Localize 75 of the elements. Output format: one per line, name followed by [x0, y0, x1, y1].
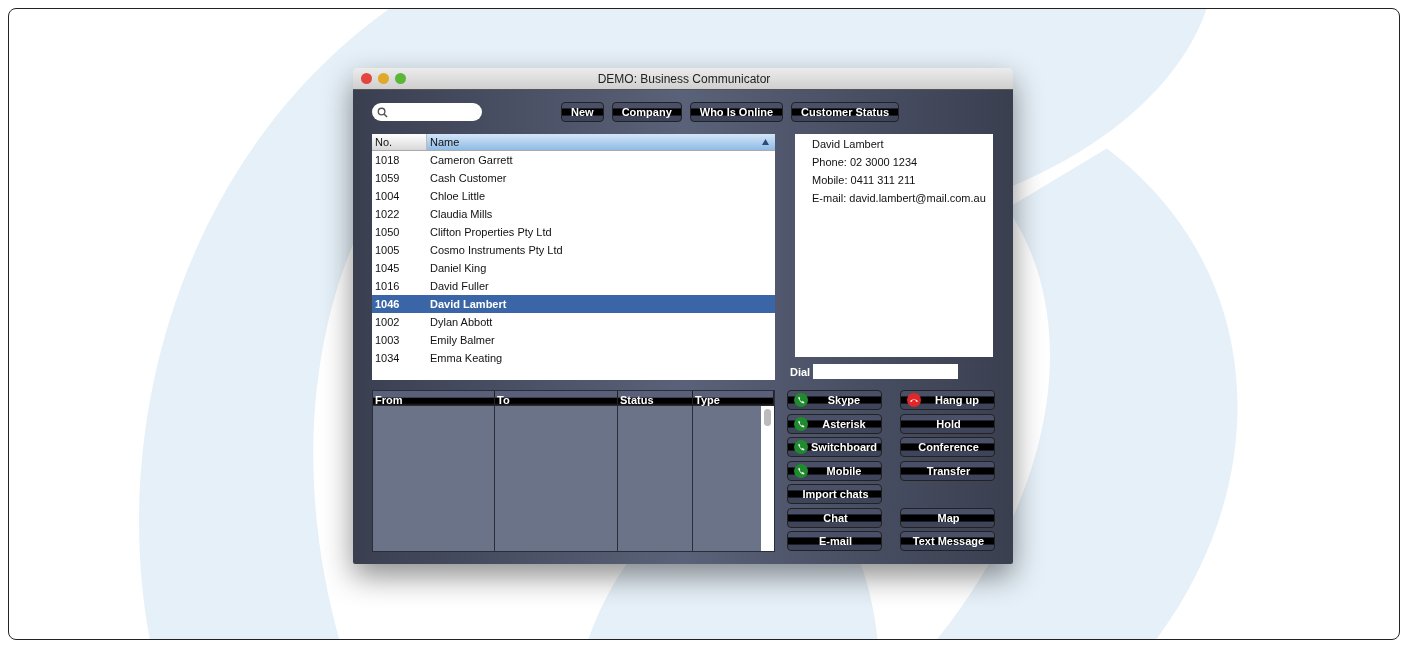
contact-number: 1022: [375, 208, 401, 220]
contact-row[interactable]: 1050 Clifton Properties Pty Ltd: [372, 223, 775, 241]
action-button[interactable]: Text Message: [900, 531, 995, 551]
contact-name: Claudia Mills: [430, 208, 493, 220]
contact-name: David Lambert: [430, 298, 507, 310]
contact-number: 1018: [375, 154, 401, 166]
contact-row[interactable]: 1045 Daniel King: [372, 259, 775, 277]
phone-icon: [794, 416, 808, 431]
action-button[interactable]: Asterisk: [787, 413, 882, 434]
action-button[interactable]: Hang up: [900, 390, 995, 410]
toolbar-button[interactable]: New: [561, 102, 604, 122]
contact-name: Chloe Little: [430, 190, 486, 202]
hang-up-icon: [907, 393, 921, 407]
phone-icon: [794, 440, 808, 454]
contact-name: Cash Customer: [430, 172, 507, 184]
close-icon[interactable]: [361, 73, 372, 84]
action-button[interactable]: Chat: [787, 507, 882, 528]
column-header[interactable]: Status: [618, 391, 693, 406]
contact-name: Cosmo Instruments Pty Ltd: [430, 244, 563, 256]
contact-name: Clifton Properties Pty Ltd: [430, 226, 552, 238]
contact-number: 1059: [375, 172, 401, 184]
toolbar-button[interactable]: Who Is Online: [689, 102, 784, 122]
column-header[interactable]: To: [495, 391, 618, 406]
contact-name: David Fuller: [430, 280, 489, 292]
contact-name: Cameron Garrett: [430, 154, 513, 166]
contact-number: 1003: [375, 334, 401, 346]
contact-name: Emma Keating: [430, 352, 503, 364]
action-button[interactable]: Import chats: [787, 484, 882, 504]
search-icon: [377, 106, 388, 118]
contact-number: 1050: [375, 226, 401, 238]
minimize-icon[interactable]: [378, 73, 389, 84]
contact-name: Dylan Abbott: [430, 316, 493, 328]
contact-name: Daniel King: [430, 262, 487, 274]
contact-number: 1045: [375, 262, 401, 274]
contact-row[interactable]: 1003 Emily Balmer: [372, 331, 775, 349]
action-button[interactable]: Transfer: [900, 460, 995, 481]
action-button[interactable]: Conference: [900, 437, 995, 457]
contact-row[interactable]: 1018 Cameron Garrett: [372, 151, 775, 169]
action-button[interactable]: Map: [900, 507, 995, 528]
contact-number: 1004: [375, 190, 401, 202]
action-button[interactable]: Skype: [787, 390, 882, 410]
contact-name: Emily Balmer: [430, 334, 495, 346]
contact-row[interactable]: 1022 Claudia Mills: [372, 205, 775, 223]
action-button[interactable]: Hold: [900, 413, 995, 434]
contact-row[interactable]: 1004 Chloe Little: [372, 187, 775, 205]
phone-icon: [794, 463, 808, 478]
contact-row[interactable]: 1005 Cosmo Instruments Pty Ltd: [372, 241, 775, 259]
action-button[interactable]: E-mail: [787, 531, 882, 551]
action-button[interactable]: Switchboard: [787, 437, 882, 457]
toolbar-button[interactable]: Customer Status: [791, 102, 900, 122]
detail-line: Phone: 02 3000 1234: [812, 155, 918, 170]
contact-number: 1034: [375, 352, 401, 364]
phone-icon: [794, 393, 808, 407]
action-button[interactable]: Mobile: [787, 460, 882, 481]
contact-number: 1016: [375, 280, 401, 292]
column-header[interactable]: Name: [427, 134, 775, 150]
zoom-icon[interactable]: [395, 73, 406, 84]
dial-field[interactable]: [813, 364, 959, 379]
dial-label: Dial: [790, 365, 811, 378]
contact-number: 1005: [375, 244, 401, 256]
detail-line: David Lambert: [812, 137, 884, 152]
contact-row[interactable]: 1034 Emma Keating: [372, 349, 775, 367]
search-field[interactable]: [372, 103, 482, 121]
detail-line: Mobile: 0411 311 211: [812, 173, 916, 188]
contact-number: 1002: [375, 316, 401, 328]
contact-row[interactable]: 1002 Dylan Abbott: [372, 313, 775, 331]
window-title: DEMO: Business Communicator: [597, 71, 771, 86]
toolbar-button[interactable]: Company: [611, 102, 682, 122]
contact-number: 1046: [375, 298, 401, 310]
detail-line: E-mail: david.lambert@mail.com.au: [812, 191, 986, 206]
contact-row[interactable]: 1059 Cash Customer: [372, 169, 775, 187]
column-header[interactable]: From: [373, 391, 495, 406]
contact-row[interactable]: 1046 David Lambert: [372, 295, 775, 313]
contact-row[interactable]: 1016 David Fuller: [372, 277, 775, 295]
scrollbar[interactable]: [761, 406, 774, 551]
